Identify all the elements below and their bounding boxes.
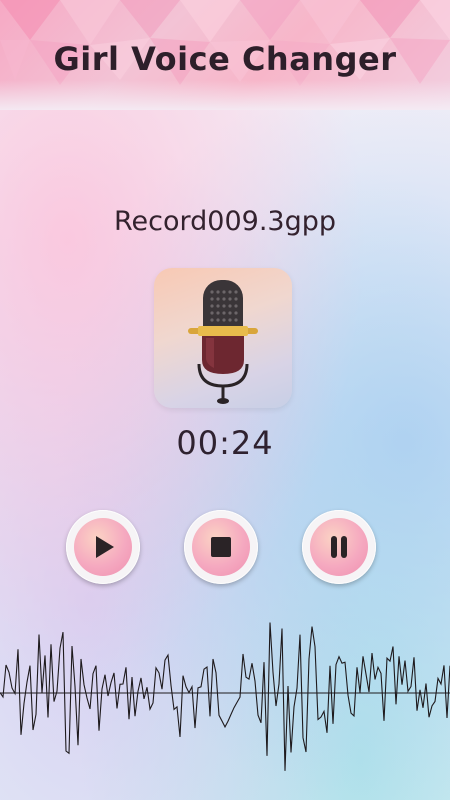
stop-button-face bbox=[192, 518, 250, 576]
play-icon bbox=[96, 536, 114, 558]
recording-file-name: Record009.3gpp bbox=[114, 206, 336, 237]
elapsed-time: 00:24 bbox=[176, 424, 274, 462]
pause-button-face bbox=[310, 518, 368, 576]
stop-button[interactable] bbox=[184, 510, 258, 584]
microphone-artwork bbox=[154, 268, 292, 408]
app-title: Girl Voice Changer bbox=[53, 40, 397, 78]
play-button-face bbox=[74, 518, 132, 576]
stop-icon bbox=[211, 537, 231, 557]
pause-button[interactable] bbox=[302, 510, 376, 584]
microphone-icon bbox=[188, 280, 258, 404]
waveform-line bbox=[0, 622, 450, 771]
audio-waveform bbox=[0, 622, 450, 771]
header-fade bbox=[0, 80, 450, 110]
play-button[interactable] bbox=[66, 510, 140, 584]
app-header: Girl Voice Changer bbox=[0, 0, 450, 110]
pause-icon bbox=[331, 536, 347, 558]
